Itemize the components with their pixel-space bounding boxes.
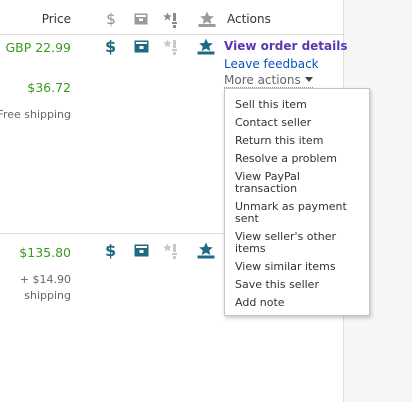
svg-text:$: $ — [106, 11, 116, 27]
dollar-icon: $ — [106, 11, 116, 27]
more-actions-menu: Sell this item Contact seller Return thi… — [224, 88, 370, 316]
menu-item-view-similar-items[interactable]: View similar items — [235, 261, 361, 273]
order-price: $135.80 — [19, 245, 71, 260]
feedback-star-icon — [163, 12, 177, 28]
package-icon[interactable] — [134, 244, 149, 257]
menu-item-save-this-seller[interactable]: Save this seller — [235, 279, 361, 291]
more-actions-toggle[interactable]: More actions — [224, 73, 313, 88]
actions-column-header: Actions — [227, 12, 271, 26]
shipping-info: Free shipping — [0, 108, 71, 121]
feedback-star-icon[interactable] — [163, 243, 179, 259]
dollar-icon[interactable]: $ — [105, 242, 116, 259]
caret-down-icon — [304, 77, 313, 82]
menu-item-contact-seller[interactable]: Contact seller — [235, 117, 361, 129]
menu-item-unmark-as-payment-sent[interactable]: Unmark as payment sent — [235, 201, 361, 225]
seller-rating-icon[interactable] — [197, 38, 215, 55]
seller-rating-icon[interactable] — [197, 242, 215, 259]
menu-item-view-sellers-other-items[interactable]: View seller's other items — [235, 231, 361, 255]
converted-price: $36.72 — [27, 80, 71, 95]
feedback-star-icon[interactable] — [163, 39, 179, 55]
package-icon[interactable] — [134, 40, 149, 53]
menu-item-view-paypal-transaction[interactable]: View PayPal transaction — [235, 171, 361, 195]
price-column-header: Price — [41, 12, 71, 26]
svg-text:$: $ — [105, 38, 116, 55]
seller-rating-icon — [198, 11, 216, 27]
dollar-icon[interactable]: $ — [105, 38, 116, 55]
menu-item-sell-this-item[interactable]: Sell this item — [235, 99, 361, 111]
order-price: GBP 22.99 — [5, 40, 71, 55]
menu-item-resolve-a-problem[interactable]: Resolve a problem — [235, 153, 361, 165]
shipping-cost: + $14.90 — [19, 273, 71, 286]
orders-panel: Price $ Actions GBP 22.99 $ View order d… — [0, 0, 370, 402]
view-order-details-link[interactable]: View order details — [224, 39, 348, 53]
package-icon — [134, 13, 148, 25]
more-actions-label: More actions — [224, 73, 301, 87]
svg-text:$: $ — [105, 242, 116, 259]
menu-item-return-this-item[interactable]: Return this item — [235, 135, 361, 147]
table-header: Price $ Actions — [0, 0, 343, 35]
leave-feedback-link[interactable]: Leave feedback — [224, 57, 319, 71]
shipping-label: shipping — [24, 289, 71, 302]
menu-item-add-note[interactable]: Add note — [235, 297, 361, 309]
